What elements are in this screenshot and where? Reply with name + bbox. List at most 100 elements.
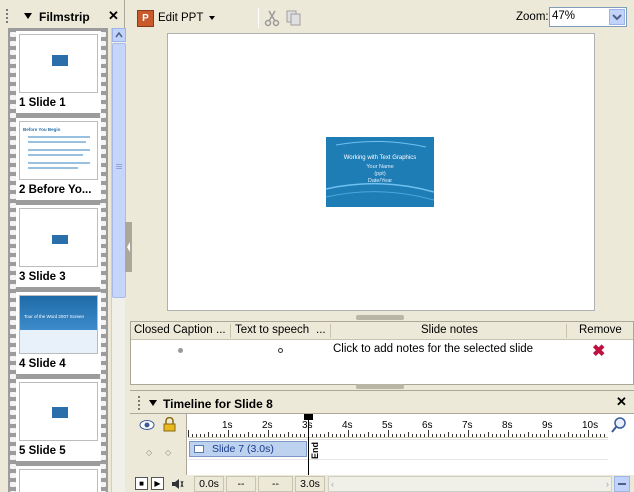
stop-button[interactable]: ■ — [135, 477, 148, 490]
ruler-tick — [512, 434, 513, 437]
speaker-icon[interactable] — [170, 477, 184, 492]
ruler-tick — [432, 434, 433, 437]
slide-thumbnail — [19, 382, 98, 441]
ruler-tick — [596, 434, 597, 437]
ruler-tick — [208, 432, 209, 437]
notes-placeholder[interactable]: Click to add notes for the selected slid… — [333, 343, 533, 355]
slide-timeline-bar[interactable]: Slide 7 (3.0s) — [189, 441, 307, 457]
edit-ppt-button[interactable]: P Edit PPT — [137, 7, 216, 29]
zoom-value[interactable]: 47% — [552, 10, 575, 22]
close-icon[interactable]: ✕ — [616, 394, 627, 410]
slide-bar-label: Slide 7 (3.0s) — [212, 443, 274, 455]
slide-line: (ppt) — [374, 171, 386, 177]
filmstrip-item-1[interactable]: 1 Slide 1 — [16, 31, 101, 113]
splitter-grip[interactable] — [356, 384, 404, 389]
ruler-tick — [328, 432, 329, 437]
scroll-up-button[interactable] — [112, 28, 126, 42]
cut-icon[interactable] — [264, 9, 280, 30]
ruler-tick — [252, 434, 253, 437]
filmstrip-title: Filmstrip — [39, 10, 90, 24]
play-button[interactable]: ▶ — [151, 477, 164, 490]
ruler-tick — [496, 434, 497, 437]
slide-thumbnail: Tour of the Word 2007 Screen — [19, 295, 98, 354]
timeline-horizontal-scrollbar[interactable]: ‹ › — [328, 476, 612, 492]
ruler-tick — [532, 434, 533, 437]
slide-thumbnail — [19, 469, 98, 492]
filmstrip-scrollbar[interactable] — [111, 28, 126, 492]
notes-row[interactable]: Click to add notes for the selected slid… — [131, 342, 633, 360]
ruler-tick — [448, 432, 449, 437]
scroll-right-icon[interactable]: › — [606, 479, 609, 489]
ruler-tick — [468, 430, 469, 437]
remove-icon[interactable]: ✖ — [592, 341, 605, 361]
text-to-speech-header[interactable]: Text to speech — [235, 324, 309, 336]
filmstrip-item-4[interactable]: Tour of the Word 2007 Screen 4 Slide 4 — [16, 292, 101, 374]
ruler-tick — [428, 430, 429, 437]
ruler-tick — [324, 434, 325, 437]
ruler-tick — [196, 434, 197, 437]
ruler-tick-label: 4s — [342, 420, 353, 431]
closed-caption-header[interactable]: Closed Caption — [134, 324, 213, 336]
ruler-tick — [424, 434, 425, 437]
copy-icon[interactable] — [286, 9, 302, 30]
ruler-tick — [304, 434, 305, 437]
lock-dot-icon[interactable]: ◇ — [165, 448, 171, 457]
notes-header: Closed Caption ... Text to speech ... Sl… — [131, 322, 633, 340]
ruler-tick — [416, 434, 417, 437]
close-icon[interactable]: ✕ — [108, 8, 119, 24]
ruler-tick-label: 2s — [262, 420, 273, 431]
ruler-tick — [272, 434, 273, 437]
filmstrip-item-label: 1 Slide 1 — [19, 97, 66, 109]
splitter-grip[interactable] — [356, 315, 404, 320]
ruler-tick — [300, 434, 301, 437]
lock-icon[interactable] — [163, 416, 176, 435]
slide-preview[interactable]: Working with Text Graphics Your Name (pp… — [326, 137, 434, 207]
collapse-triangle-icon[interactable] — [149, 400, 157, 406]
ruler-tick — [568, 432, 569, 437]
collapse-triangle-icon[interactable] — [24, 13, 32, 19]
speech-dot-icon[interactable] — [278, 348, 283, 353]
caption-dot-icon[interactable] — [178, 348, 183, 353]
panel-splitter-handle[interactable] — [125, 222, 132, 272]
filmstrip-item-2[interactable]: Before You Begin 2 Before Yo... — [16, 118, 101, 200]
zoom-out-button[interactable] — [614, 476, 630, 492]
ruler-tick — [420, 434, 421, 437]
ruler-tick — [348, 430, 349, 437]
playhead-handle[interactable] — [304, 414, 313, 420]
ruler-tick — [340, 434, 341, 437]
filmstrip-item-5[interactable]: 5 Slide 5 — [16, 379, 101, 461]
ruler-tick — [492, 434, 493, 437]
ruler-tick — [288, 432, 289, 437]
slide-title-text: Working with Text Graphics — [343, 155, 417, 161]
ruler-tick — [344, 434, 345, 437]
eye-icon[interactable] — [139, 419, 155, 434]
zoom-magnifier-icon[interactable] — [610, 416, 628, 437]
closed-caption-more[interactable]: ... — [216, 324, 226, 336]
zoom-select[interactable]: 47% — [549, 7, 627, 27]
filmstrip-item-6[interactable] — [16, 466, 101, 492]
ruler-tick — [440, 434, 441, 437]
ruler-tick — [336, 434, 337, 437]
ruler-tick-label: 9s — [542, 420, 553, 431]
slide-thumbnail: Before You Begin — [19, 121, 98, 180]
ruler-tick — [408, 432, 409, 437]
chevron-down-icon[interactable] — [609, 9, 625, 25]
ruler-tick — [364, 434, 365, 437]
slide-notes-header: Slide notes — [421, 324, 478, 336]
ruler-tick — [392, 434, 393, 437]
ruler-tick — [220, 434, 221, 437]
visibility-dot-icon[interactable]: ◇ — [146, 448, 152, 457]
playhead[interactable] — [308, 414, 309, 478]
panel-grip-icon[interactable] — [138, 396, 141, 410]
text-to-speech-more[interactable]: ... — [316, 324, 326, 336]
edit-ppt-label: Edit PPT — [158, 12, 204, 24]
timeline-title: Timeline for Slide 8 — [163, 397, 273, 411]
scrollbar-thumb[interactable] — [112, 43, 126, 298]
ruler-tick — [380, 434, 381, 437]
ruler-tick — [264, 434, 265, 437]
ruler-tick — [356, 434, 357, 437]
scroll-left-icon[interactable]: ‹ — [331, 479, 334, 489]
panel-grip-icon[interactable] — [6, 9, 9, 23]
timeline-ruler[interactable]: 1s2s3s4s5s6s7s8s9s10s — [188, 414, 608, 438]
filmstrip-item-3[interactable]: 3 Slide 3 — [16, 205, 101, 287]
